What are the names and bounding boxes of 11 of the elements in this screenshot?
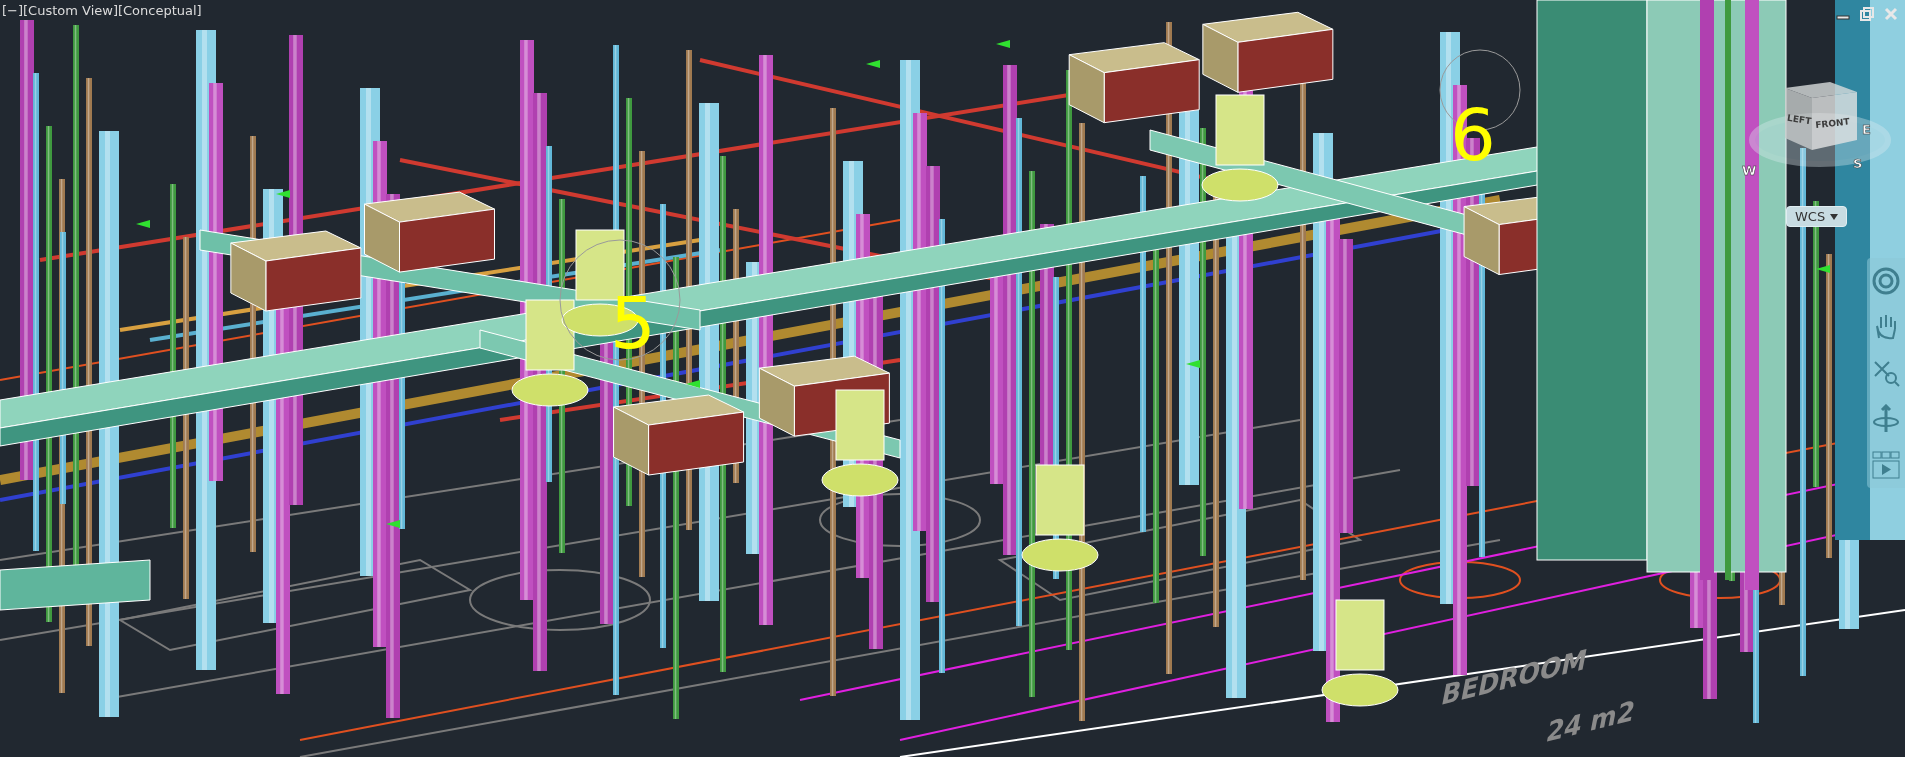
- viewport-label[interactable]: [−][Custom View][Conceptual]: [2, 3, 202, 18]
- caret-icon: [1830, 213, 1839, 220]
- orbit-icon[interactable]: [1871, 404, 1901, 434]
- steering-wheel-icon[interactable]: [1871, 266, 1901, 296]
- close-icon[interactable]: [1883, 6, 1899, 22]
- wcs-menu-button[interactable]: WCS: [1786, 206, 1848, 227]
- zoom-icon[interactable]: [1871, 358, 1901, 388]
- restore-icon[interactable]: [1859, 6, 1875, 22]
- play-icon[interactable]: [1871, 450, 1901, 480]
- room-area-label: 24 m2: [1543, 694, 1638, 749]
- callout-number: 5: [610, 281, 656, 365]
